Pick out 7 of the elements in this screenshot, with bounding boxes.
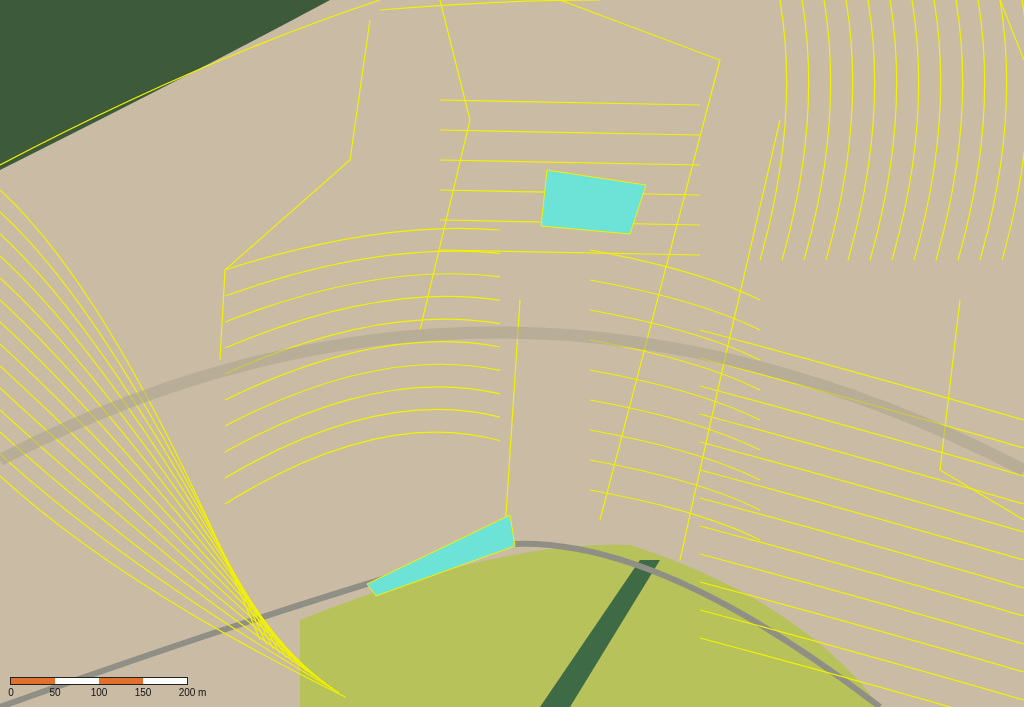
highlighted-parcel[interactable] [366, 514, 516, 597]
highlighted-parcel[interactable] [540, 169, 647, 235]
scale-label: 150 [134, 687, 152, 698]
scale-label: 50 [49, 687, 61, 698]
scale-label: 100 [90, 687, 108, 698]
scale-label: 0 [8, 687, 14, 698]
scale-label: 200 m [178, 687, 207, 698]
